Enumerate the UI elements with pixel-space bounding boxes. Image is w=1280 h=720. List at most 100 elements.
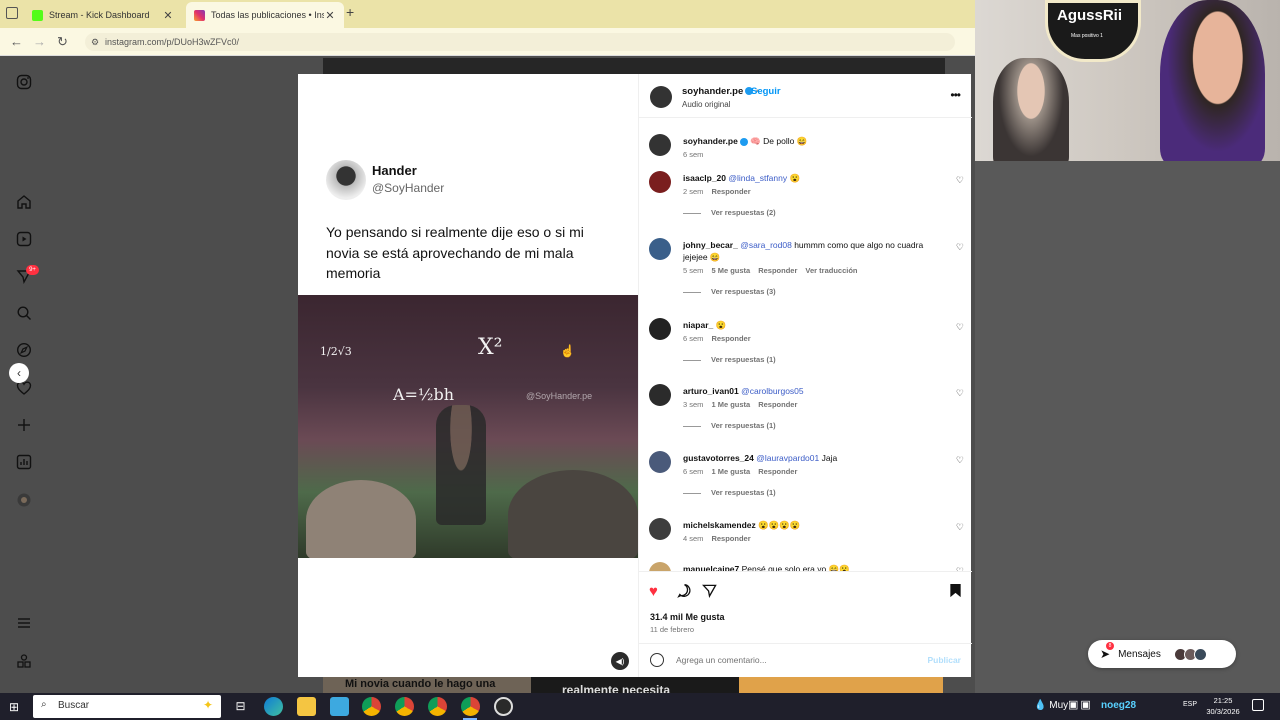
home-icon[interactable] <box>16 194 32 210</box>
comment-likes[interactable]: 1 Me gusta <box>711 400 750 409</box>
previous-post-button[interactable]: ‹ <box>9 363 29 383</box>
likes-count[interactable]: 31.4 mil Me gusta <box>650 612 725 622</box>
reply-button[interactable]: Responder <box>758 266 797 275</box>
comment-mention[interactable]: @lauravpardo01 <box>756 453 819 463</box>
tray-icons[interactable]: ▣▣ <box>1068 698 1093 711</box>
reply-button[interactable]: Responder <box>711 334 750 343</box>
post-media[interactable]: Hander @SoyHander Yo pensando si realmen… <box>298 74 638 677</box>
avatar[interactable] <box>649 134 671 156</box>
comment-time: 6 sem <box>683 334 704 343</box>
more-options-icon[interactable]: ••• <box>950 88 961 102</box>
clock[interactable]: 21:25 30/3/2026 <box>1203 695 1243 717</box>
forward-icon[interactable]: → <box>33 34 46 49</box>
windows-start-icon[interactable]: ⊞ <box>9 700 19 714</box>
back-icon[interactable]: ← <box>10 34 23 49</box>
comment-mention[interactable]: @sara_rod08 <box>740 240 792 250</box>
search-icon[interactable] <box>16 305 32 321</box>
reply-button[interactable]: Responder <box>758 400 797 409</box>
close-tab-icon[interactable]: ✕ <box>324 9 336 22</box>
view-replies-button[interactable]: Ver respuestas (1) <box>683 355 776 364</box>
emoji-icon[interactable] <box>650 653 664 667</box>
language-indicator[interactable]: ESP <box>1183 701 1197 708</box>
avatar[interactable] <box>649 518 671 540</box>
reels-icon[interactable] <box>16 231 32 247</box>
avatar[interactable] <box>649 238 671 260</box>
comment-like-icon[interactable]: ♡ <box>956 242 964 253</box>
tab-kick-dashboard[interactable]: Stream - Kick Dashboard ✕ <box>24 2 182 28</box>
weather-widget[interactable]: 💧 Muy <box>1034 700 1068 711</box>
chrome-icon[interactable] <box>395 697 414 716</box>
comment-username[interactable]: niapar_ <box>683 320 713 330</box>
avatar[interactable] <box>649 562 671 571</box>
comment-meta: 3 sem 1 Me gusta Responder <box>683 400 805 409</box>
chrome-icon[interactable] <box>428 697 447 716</box>
author-avatar[interactable] <box>650 86 672 108</box>
tab-actions-icon[interactable] <box>6 7 18 19</box>
comment-username[interactable]: arturo_ivan01 <box>683 386 739 396</box>
comment-like-icon[interactable]: ♡ <box>956 455 964 466</box>
comment-username[interactable]: gustavotorres_24 <box>683 453 754 463</box>
comment-likes[interactable]: 1 Me gusta <box>711 467 750 476</box>
new-tab-button[interactable]: + <box>346 4 354 20</box>
close-tab-icon[interactable]: ✕ <box>162 9 174 22</box>
dashboard-icon[interactable] <box>16 454 32 470</box>
chrome-icon-active[interactable] <box>461 697 480 716</box>
obs-icon[interactable] <box>494 697 513 716</box>
create-icon[interactable] <box>16 417 32 433</box>
site-info-icon[interactable]: ⚙ <box>91 37 99 48</box>
share-icon[interactable] <box>701 583 717 602</box>
explore-icon[interactable] <box>16 342 32 358</box>
messages-button[interactable]: ➤ 8 Mensajes <box>1088 640 1236 668</box>
more-apps-icon[interactable] <box>16 653 32 669</box>
file-explorer-icon[interactable] <box>297 697 316 716</box>
reply-button[interactable]: Responder <box>758 467 797 476</box>
follow-button[interactable]: Seguir <box>751 86 781 97</box>
comment-like-icon[interactable]: ♡ <box>956 175 964 186</box>
view-replies-button[interactable]: Ver respuestas (3) <box>683 287 776 296</box>
audio-link[interactable]: Audio original <box>682 100 730 109</box>
translate-button[interactable]: Ver traducción <box>805 266 857 275</box>
avatar[interactable] <box>649 451 671 473</box>
reply-button[interactable]: Responder <box>711 187 750 196</box>
comment-username[interactable]: johny_becar_ <box>683 240 738 250</box>
app-icon[interactable] <box>330 697 349 716</box>
avatar[interactable] <box>649 171 671 193</box>
comment-like-icon[interactable]: ♡ <box>956 322 964 333</box>
view-replies-button[interactable]: Ver respuestas (1) <box>683 421 776 430</box>
avatar[interactable] <box>649 384 671 406</box>
post-video[interactable]: X² A=½bh 1/2√3 @SoyHander.pe <box>298 295 638 558</box>
notification-center-icon[interactable] <box>1252 699 1264 711</box>
comment-username[interactable]: michelskamendez <box>683 520 756 530</box>
menu-icon[interactable] <box>16 615 32 631</box>
edge-icon[interactable] <box>264 697 283 716</box>
publish-button[interactable]: Publicar <box>927 655 961 665</box>
author-username[interactable]: soyhander.pe • <box>682 86 759 97</box>
avatar[interactable] <box>649 318 671 340</box>
reply-button[interactable]: Responder <box>711 534 750 543</box>
comment-username[interactable]: manuelcaipe7 <box>683 564 739 571</box>
tab-instagram[interactable]: Todas las publicaciones • Insta ✕ <box>186 2 344 28</box>
profile-avatar-icon[interactable] <box>16 492 32 508</box>
comment-input[interactable]: Agrega un comentario... <box>676 655 896 665</box>
comment-mention[interactable]: @linda_stfanny <box>728 173 787 183</box>
chrome-icon[interactable] <box>362 697 381 716</box>
url-input[interactable]: ⚙ instagram.com/p/DUoH3wZFVc0/ <box>85 33 955 51</box>
reload-icon[interactable]: ↻ <box>57 34 68 50</box>
view-replies-button[interactable]: Ver respuestas (1) <box>683 488 776 497</box>
save-icon[interactable] <box>949 583 962 602</box>
instagram-logo-icon[interactable] <box>16 74 32 90</box>
comment-likes[interactable]: 5 Me gusta <box>711 266 750 275</box>
task-view-icon[interactable]: ⊟ <box>231 697 250 716</box>
comments-list[interactable]: soyhander.pe 🧠 De pollo 😄 6 sem isaaclp_… <box>639 124 972 571</box>
comment-like-icon[interactable]: ♡ <box>956 388 964 399</box>
comment-body: Pensé que solo era yo 😄😮 <box>741 564 850 571</box>
comment-username[interactable]: isaaclp_20 <box>683 173 726 183</box>
taskbar-search-input[interactable]: ⌕ Buscar ✦ <box>33 695 221 718</box>
sound-toggle-button[interactable]: ◀) <box>611 652 629 670</box>
comment-mention[interactable]: @carolburgos05 <box>741 386 804 396</box>
like-icon[interactable]: ♥ <box>649 583 658 600</box>
comment-icon[interactable] <box>677 583 692 602</box>
comment-like-icon[interactable]: ♡ <box>956 522 964 533</box>
tab-label: Stream - Kick Dashboard <box>49 10 150 20</box>
view-replies-button[interactable]: Ver respuestas (2) <box>683 208 776 217</box>
